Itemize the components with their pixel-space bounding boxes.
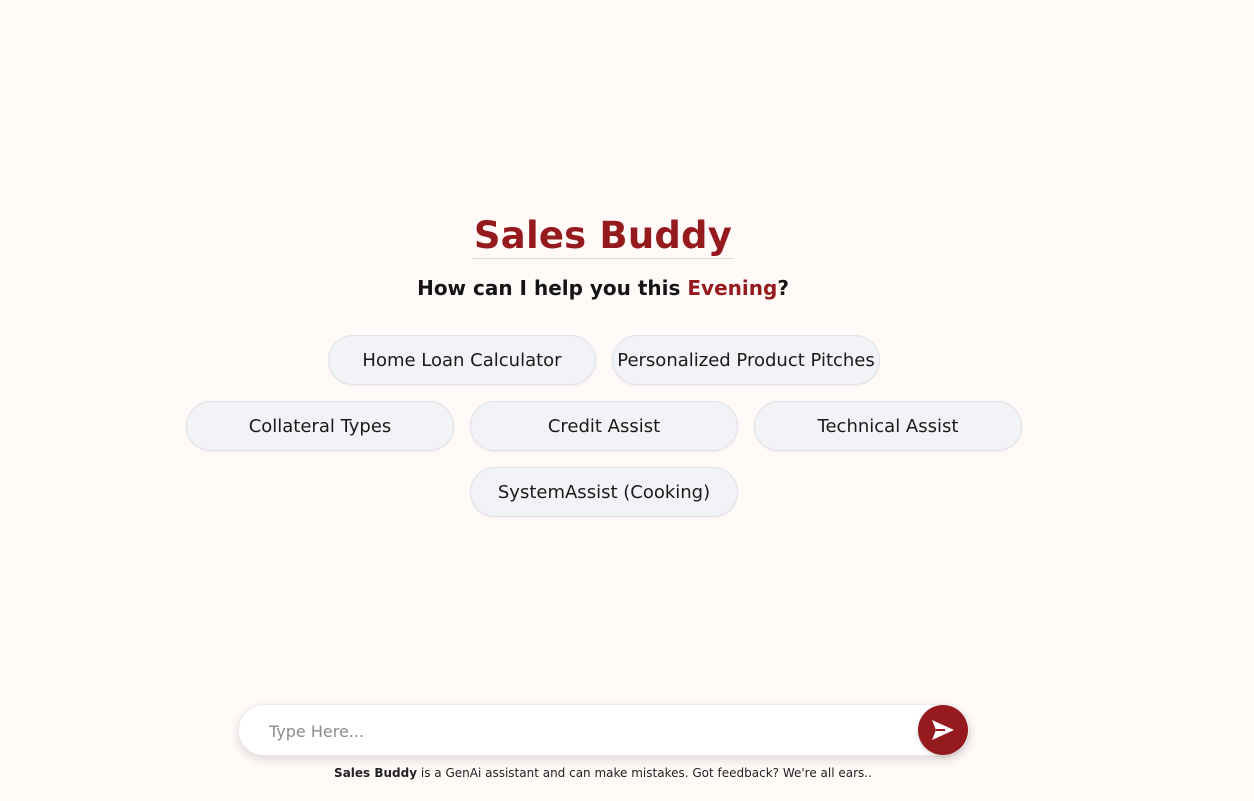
suggestion-personalized-product-pitches[interactable]: Personalized Product Pitches bbox=[612, 335, 880, 385]
app-title: Sales Buddy bbox=[0, 212, 1206, 260]
chat-input-bar bbox=[238, 704, 970, 757]
send-button[interactable] bbox=[918, 705, 968, 755]
suggestion-home-loan-calculator[interactable]: Home Loan Calculator bbox=[328, 335, 596, 385]
suggestion-credit-assist[interactable]: Credit Assist bbox=[470, 401, 738, 451]
greeting: How can I help you this Evening? bbox=[0, 274, 1206, 302]
disclaimer-brand: Sales Buddy bbox=[334, 766, 418, 780]
greeting-suffix: ? bbox=[777, 276, 789, 300]
suggestion-technical-assist[interactable]: Technical Assist bbox=[754, 401, 1022, 451]
chat-input[interactable] bbox=[267, 705, 911, 757]
app-title-text: Sales Buddy bbox=[471, 214, 735, 259]
disclaimer: Sales Buddy is a GenAi assistant and can… bbox=[0, 764, 1206, 782]
suggestion-collateral-types[interactable]: Collateral Types bbox=[186, 401, 454, 451]
disclaimer-text: is a GenAi assistant and can make mistak… bbox=[417, 766, 872, 780]
send-icon bbox=[932, 720, 954, 740]
greeting-time-of-day: Evening bbox=[687, 276, 778, 300]
greeting-prefix: How can I help you this bbox=[417, 276, 688, 300]
suggestion-systemassist-cooking[interactable]: SystemAssist (Cooking) bbox=[470, 467, 738, 517]
